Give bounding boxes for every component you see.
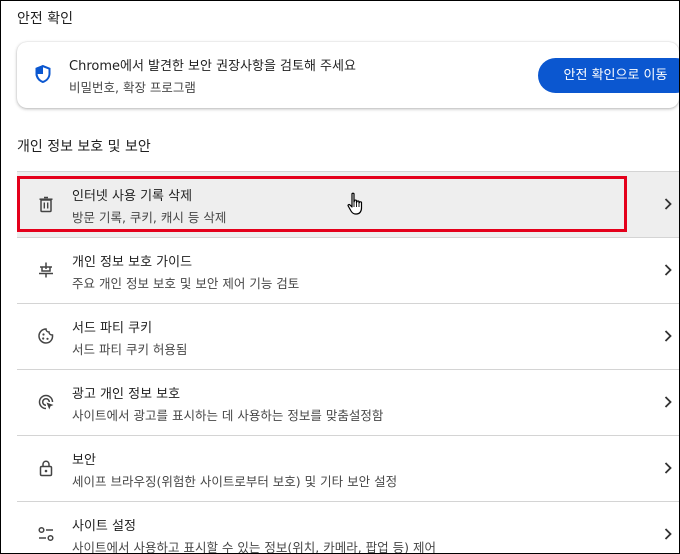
- chevron-right-icon: [664, 330, 672, 342]
- security-row[interactable]: 보안 세이프 브라우징(위험한 사이트로부터 보호) 및 기타 보안 설정: [17, 435, 679, 501]
- row-description: 서드 파티 쿠키 허용됨: [72, 342, 188, 357]
- safety-check-title: Chrome에서 발견한 보안 권장사항을 검토해 주세요: [69, 59, 356, 74]
- row-description: 주요 개인 정보 보호 및 보안 제어 기능 검토: [72, 276, 300, 291]
- chevron-right-icon: [664, 396, 672, 408]
- row-label: 개인 정보 보호 가이드: [72, 255, 193, 270]
- row-label: 사이트 설정: [72, 519, 136, 534]
- row-label: 광고 개인 정보 보호: [72, 387, 181, 402]
- privacy-guide-icon: [39, 262, 53, 278]
- chevron-right-icon: [664, 264, 672, 276]
- lock-icon: [39, 460, 53, 477]
- privacy-guide-row[interactable]: 개인 정보 보호 가이드 주요 개인 정보 보호 및 보안 제어 기능 검토: [17, 237, 679, 303]
- third-party-cookies-row[interactable]: 서드 파티 쿠키 서드 파티 쿠키 허용됨: [17, 303, 679, 369]
- chevron-right-icon: [664, 198, 672, 210]
- row-description: 세이프 브라우징(위험한 사이트로부터 보호) 및 기타 보안 설정: [72, 474, 398, 489]
- safety-check-heading: 안전 확인: [17, 11, 73, 27]
- shield-icon: [35, 65, 51, 83]
- ad-privacy-icon: [38, 394, 54, 410]
- go-to-safety-check-button[interactable]: 안전 확인으로 이동: [538, 58, 679, 93]
- settings-page: 안전 확인 Chrome에서 발견한 보안 권장사항을 검토해 주세요 비밀번호…: [0, 0, 680, 554]
- chevron-right-icon: [664, 528, 672, 540]
- row-description: 사이트에서 사용하고 표시할 수 있는 정보(위치, 카메라, 팝업 등) 제어: [72, 540, 436, 554]
- highlight-annotation-box: [17, 176, 627, 232]
- row-description: 사이트에서 광고를 표시하는 데 사용하는 정보를 맞춤설정함: [72, 408, 384, 423]
- chevron-right-icon: [664, 462, 672, 474]
- ad-privacy-row[interactable]: 광고 개인 정보 보호 사이트에서 광고를 표시하는 데 사용하는 정보를 맞춤…: [17, 369, 679, 435]
- tune-icon: [38, 526, 54, 542]
- cookie-icon: [38, 328, 54, 344]
- row-label: 서드 파티 쿠키: [72, 321, 153, 336]
- site-settings-row[interactable]: 사이트 설정 사이트에서 사용하고 표시할 수 있는 정보(위치, 카메라, 팝…: [17, 501, 679, 554]
- row-label: 보안: [72, 453, 96, 468]
- safety-check-card: Chrome에서 발견한 보안 권장사항을 검토해 주세요 비밀번호, 확장 프…: [17, 42, 679, 108]
- safety-check-subtitle: 비밀번호, 확장 프로그램: [69, 80, 196, 95]
- hand-cursor-icon: [347, 192, 363, 215]
- privacy-security-heading: 개인 정보 보호 및 보안: [17, 139, 151, 155]
